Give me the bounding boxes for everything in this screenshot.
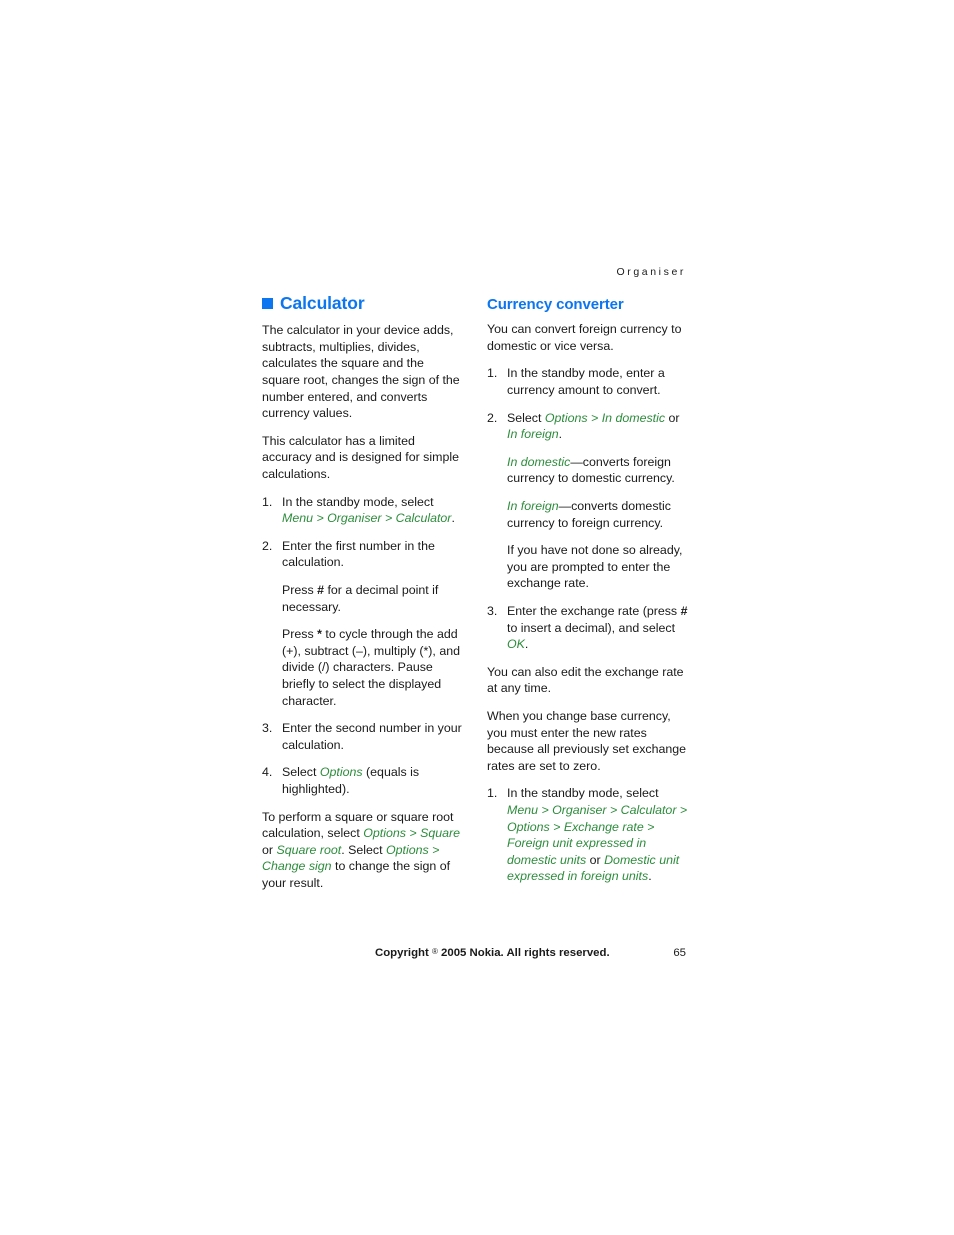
step-text: to insert a decimal), and select — [507, 620, 676, 635]
step-text-tail: . — [451, 511, 455, 526]
step-text: Select — [507, 410, 545, 425]
menu-item-options: Options — [363, 826, 406, 841]
calculator-accuracy-note: This calculator has a limited accuracy a… — [262, 433, 459, 481]
menu-item-in-foreign: In foreign — [507, 427, 559, 442]
text-fragment: . Select — [341, 842, 386, 857]
menu-separator: > — [609, 802, 621, 817]
menu-item-in-domestic: In domestic — [601, 410, 666, 425]
menu-item-calculator: Calculator — [395, 511, 452, 526]
section-heading-label: Calculator — [280, 293, 365, 313]
step-number: 2. — [487, 410, 498, 425]
two-column-body: Calculator The calculator in your device… — [262, 293, 688, 896]
menu-item-menu: Menu — [507, 802, 538, 817]
text-fragment: . — [648, 869, 652, 884]
copyright-notice: Copyright ® 2005 Nokia. All rights reser… — [375, 947, 610, 959]
menu-item-organiser: Organiser — [327, 511, 382, 526]
currency-steps-list: 1. In the standby mode, enter a currency … — [487, 365, 688, 652]
menu-separator: > — [549, 819, 564, 834]
step-sub-paragraph: In foreign—converts domestic currency to… — [507, 498, 688, 531]
step-number: 1. — [262, 494, 273, 509]
copyright-text: Copyright — [375, 947, 432, 959]
menu-separator: > — [643, 819, 655, 834]
list-item: 1. In the standby mode, select Menu > Org… — [262, 494, 463, 527]
menu-item-change-sign: Change sign — [262, 859, 332, 874]
menu-separator: > — [405, 826, 421, 841]
exchange-rate-steps-list: 1. In the standby mode, select Menu > Org… — [487, 785, 688, 885]
running-header: Organiser — [616, 266, 686, 278]
sub-text: Press — [282, 627, 318, 642]
menu-item-calculator: Calculator — [620, 802, 677, 817]
step-number: 2. — [262, 538, 273, 553]
list-item: 3. Enter the second number in your calcul… — [262, 720, 463, 753]
menu-item-options: Options — [544, 410, 588, 425]
currency-converter-heading: Currency converter — [487, 296, 624, 313]
menu-item-exchange-rate: Exchange rate — [563, 819, 644, 834]
step-sub-paragraph: In domestic—converts foreign currency to… — [507, 454, 688, 487]
key-hash-label: # — [680, 603, 688, 618]
menu-item-square: Square — [420, 826, 461, 841]
calculator-intro-paragraph: The calculator in your device adds, subt… — [262, 323, 460, 421]
menu-item-in-foreign: In foreign — [507, 499, 559, 513]
step-text: In the standby mode, enter a currency am… — [507, 366, 665, 398]
menu-item-in-domestic: In domestic — [507, 454, 571, 469]
step-number: 4. — [262, 765, 273, 780]
menu-separator: > — [676, 802, 688, 817]
step-text: Enter the first number in the calculatio… — [282, 538, 435, 570]
menu-separator: > — [313, 511, 328, 526]
square-bullet-icon — [262, 298, 273, 310]
menu-item-options: Options — [507, 819, 550, 834]
document-page: Organiser Calculator The calculator in y… — [0, 0, 954, 1235]
list-item: 3. Enter the exchange rate (press # to in… — [487, 603, 688, 653]
menu-item-options: Options — [385, 842, 429, 857]
menu-separator: > — [381, 511, 396, 526]
edit-exchange-rate-note: You can also edit the exchange rate at a… — [487, 664, 684, 696]
step-number: 1. — [487, 366, 498, 381]
square-root-paragraph: To perform a square or square root calcu… — [262, 809, 463, 892]
step-sub-paragraph: Press * to cycle through the add (+), su… — [282, 626, 463, 709]
text-fragment: or — [665, 410, 680, 425]
step-text: In the standby mode, select — [282, 494, 434, 509]
menu-item-square-root: Square root — [276, 842, 342, 857]
menu-separator: > — [428, 842, 440, 857]
step-text: In the standby mode, select — [507, 786, 659, 801]
menu-item-organiser: Organiser — [552, 802, 610, 817]
menu-separator: > — [587, 410, 602, 425]
left-column: Calculator The calculator in your device… — [262, 293, 463, 892]
list-item: 2. Enter the first number in the calculat… — [262, 538, 463, 709]
list-item: 4. Select Options (equals is highlighted)… — [262, 764, 463, 797]
step-sub-paragraph: If you have not done so already, you are… — [507, 543, 683, 591]
step-text-tail: . — [524, 637, 529, 652]
step-text: Enter the second number in your calculat… — [282, 721, 462, 752]
menu-item-ok: OK — [507, 637, 525, 652]
text-fragment: . — [558, 427, 563, 442]
calculator-steps-list: 1. In the standby mode, select Menu > Org… — [262, 494, 463, 798]
list-item: 1. In the standby mode, enter a currency … — [487, 365, 688, 398]
text-fragment: or — [586, 852, 605, 867]
currency-intro-paragraph: You can convert foreign currency to dome… — [487, 322, 682, 353]
right-column: Currency converter You can convert forei… — [487, 294, 688, 896]
text-fragment: or — [262, 842, 277, 857]
page-number: 65 — [673, 947, 686, 959]
key-hash-label: # — [317, 582, 325, 597]
copyright-text: 2005 Nokia. All rights reserved. — [437, 947, 610, 959]
step-number: 3. — [487, 603, 498, 618]
list-item: 2. Select Options > In domestic or In for… — [487, 410, 688, 592]
page-title: Calculator — [262, 293, 463, 313]
step-text: Enter the exchange rate (press — [507, 603, 681, 618]
menu-item-options: Options — [319, 765, 363, 780]
step-text: Select — [282, 765, 320, 780]
step-sub-paragraph: Press # for a decimal point if necessary… — [282, 582, 463, 615]
list-item: 1. In the standby mode, select Menu > Org… — [487, 785, 688, 885]
step-number: 3. — [262, 721, 273, 736]
menu-item-menu: Menu — [282, 511, 313, 526]
menu-separator: > — [538, 802, 553, 817]
base-currency-note: When you change base currency, you must … — [487, 708, 687, 773]
step-number: 1. — [487, 786, 498, 801]
sub-text: Press — [282, 582, 318, 597]
